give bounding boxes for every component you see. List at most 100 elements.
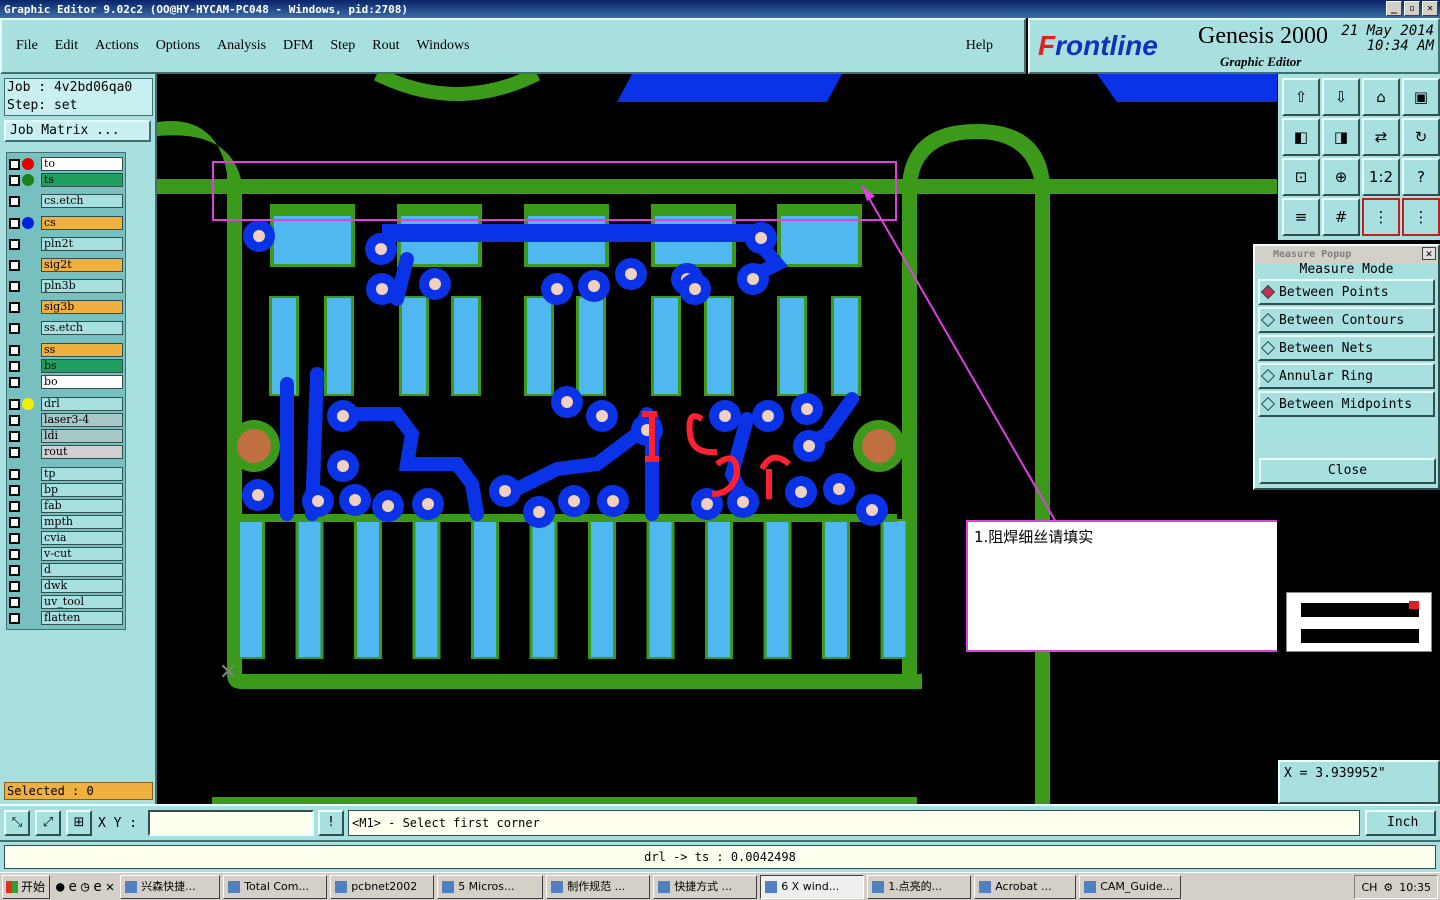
layer-row-pln3b[interactable]: pln3b [9, 279, 123, 293]
grid-icon[interactable]: # [1322, 198, 1360, 236]
layer-row-sig3b[interactable]: sig3b [9, 300, 123, 314]
layer-row-cs.etch[interactable]: cs.etch [9, 194, 123, 208]
snap-icon[interactable]: ⤡ [4, 810, 30, 836]
layer-checkbox[interactable] [9, 301, 20, 313]
layer-row-d[interactable]: d [9, 563, 123, 577]
language-indicator[interactable]: CH [1361, 881, 1377, 894]
layer-name[interactable]: uv_tool [41, 595, 123, 609]
task-button[interactable]: CAM_Guide... [1079, 874, 1182, 899]
layer-name[interactable]: d [41, 563, 123, 577]
layer-checkbox[interactable] [9, 532, 20, 544]
measure-close-icon[interactable]: ✕ [1422, 247, 1436, 260]
pan-right-icon[interactable]: ◨ [1322, 118, 1360, 156]
task-button[interactable]: pcbnet2002 [330, 874, 435, 899]
task-button[interactable]: 兴森快捷... [120, 874, 221, 899]
option-between-contours[interactable]: Between Contours [1258, 307, 1435, 333]
layer-checkbox[interactable] [9, 516, 20, 528]
layer-row-sig2t[interactable]: sig2t [9, 258, 123, 272]
layer-checkbox[interactable] [9, 596, 20, 608]
pan-left-icon[interactable]: ◧ [1282, 118, 1320, 156]
layer-row-bp[interactable]: bp [9, 483, 123, 497]
layer-name[interactable]: to [41, 157, 123, 171]
task-button[interactable]: 6 X wind... [760, 874, 865, 899]
layer-name[interactable]: cs.etch [41, 194, 123, 208]
layer-name[interactable]: bp [41, 483, 123, 497]
restore-icon[interactable]: ▫ [1404, 1, 1420, 16]
layer-name[interactable]: drl [41, 397, 123, 411]
ratio-icon[interactable]: 1:2 [1362, 158, 1400, 196]
layer-checkbox[interactable] [9, 195, 20, 207]
layer-name[interactable]: pln2t [41, 237, 123, 251]
layer-name[interactable]: bs [41, 359, 123, 373]
layer-name[interactable]: cs [41, 216, 123, 230]
unit-select[interactable]: Inch [1365, 810, 1436, 836]
home-icon[interactable]: ⌂ [1362, 78, 1400, 116]
layer-row-cs[interactable]: cs [9, 216, 123, 230]
zoom-center-icon[interactable]: ⊕ [1322, 158, 1360, 196]
alert-icon[interactable]: ! [318, 810, 344, 836]
layer-checkbox[interactable] [9, 238, 20, 250]
graphic-canvas[interactable]: ✕ 1.阻焊细丝请填实 [157, 74, 1277, 804]
zoom-fit-icon[interactable]: ⊡ [1282, 158, 1320, 196]
layer-row-mpth[interactable]: mpth [9, 515, 123, 529]
layer-checkbox[interactable] [9, 376, 20, 388]
layer-row-dwk[interactable]: dwk [9, 579, 123, 593]
layer-checkbox[interactable] [9, 322, 20, 334]
layer-name[interactable]: mpth [41, 515, 123, 529]
layer-row-cvia[interactable]: cvia [9, 531, 123, 545]
layer-checkbox[interactable] [9, 217, 20, 229]
layer-row-laser3-4[interactable]: laser3-4 [9, 413, 123, 427]
close-icon[interactable]: ✕ [1422, 1, 1438, 16]
layer-checkbox[interactable] [9, 564, 20, 576]
clock-icon[interactable]: ◷ [81, 879, 89, 895]
layer-row-bo[interactable]: bo [9, 375, 123, 389]
layer-name[interactable]: ldi [41, 429, 123, 443]
layer-row-fab[interactable]: fab [9, 499, 123, 513]
copy-up-icon[interactable]: ⇧ [1282, 78, 1320, 116]
option-between-nets[interactable]: Between Nets [1258, 335, 1435, 361]
measure-close-button[interactable]: Close [1259, 458, 1436, 484]
ie-alt-icon[interactable]: e [93, 879, 101, 895]
layer-name[interactable]: ts [41, 173, 123, 187]
layer-row-ldi[interactable]: ldi [9, 429, 123, 443]
layer-row-v-cut[interactable]: v-cut [9, 547, 123, 561]
menu-edit[interactable]: Edit [55, 38, 78, 54]
menu-dfm[interactable]: DFM [283, 38, 313, 54]
layer-name[interactable]: sig3b [41, 300, 123, 314]
colors-icon[interactable]: ● [56, 879, 64, 895]
menu-help[interactable]: Help [966, 38, 993, 54]
window-icon[interactable]: ▣ [1402, 78, 1440, 116]
layer-checkbox[interactable] [9, 360, 20, 372]
menu-file[interactable]: File [16, 38, 38, 54]
minimize-icon[interactable]: _ [1386, 1, 1402, 16]
layer-checkbox[interactable] [9, 446, 20, 458]
layer-row-flatten[interactable]: flatten [9, 611, 123, 625]
layer-row-pln2t[interactable]: pln2t [9, 237, 123, 251]
option-annular-ring[interactable]: Annular Ring [1258, 363, 1435, 389]
layer-checkbox[interactable] [9, 612, 20, 624]
layer-row-rout[interactable]: rout [9, 445, 123, 459]
layer-row-bs[interactable]: bs [9, 359, 123, 373]
layer-name[interactable]: flatten [41, 611, 123, 625]
xy-input[interactable] [148, 810, 314, 836]
start-button[interactable]: 开始 [2, 874, 50, 899]
job-matrix-button[interactable]: Job Matrix ... [4, 120, 151, 142]
layer-name[interactable]: v-cut [41, 547, 123, 561]
layer-name[interactable]: pln3b [41, 279, 123, 293]
task-button[interactable]: 5 Micros... [437, 874, 544, 899]
layer-checkbox[interactable] [9, 174, 20, 186]
layer-checkbox[interactable] [9, 500, 20, 512]
x-icon[interactable]: ✕ [106, 879, 114, 895]
layer-checkbox[interactable] [9, 280, 20, 292]
settings-icon[interactable]: ≡ [1282, 198, 1320, 236]
task-button[interactable]: 1.点亮的... [867, 874, 972, 899]
layer-name[interactable]: fab [41, 499, 123, 513]
menu-options[interactable]: Options [156, 38, 200, 54]
menu-step[interactable]: Step [330, 38, 355, 54]
layer-name[interactable]: dwk [41, 579, 123, 593]
option-between-points[interactable]: Between Points [1258, 279, 1435, 305]
layer-name[interactable]: tp [41, 467, 123, 481]
redraw-icon[interactable]: ↻ [1402, 118, 1440, 156]
layer-name[interactable]: sig2t [41, 258, 123, 272]
layer-row-uv_tool[interactable]: uv_tool [9, 595, 123, 609]
